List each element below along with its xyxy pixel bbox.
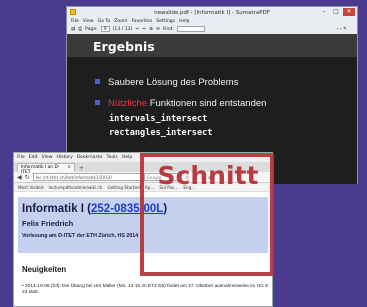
menu-history[interactable]: History bbox=[57, 155, 73, 160]
pdf-window-title: newslide.pdf - [Informatik I] - SumatraP… bbox=[154, 9, 270, 16]
slide-bullet-1: Saubere Lösung des Problems bbox=[95, 77, 345, 88]
menu-tools[interactable]: Tools bbox=[107, 155, 118, 160]
minimize-icon[interactable]: – bbox=[319, 8, 329, 16]
bookmark-star-icon[interactable]: ☆ bbox=[185, 174, 190, 181]
slide-bullet-2: Nützliche Funktionen sind entstanden bbox=[95, 98, 345, 109]
bookmark-item[interactable]: Getting Started bbox=[107, 185, 139, 190]
browser-content: Informatik I (252-0835-00L) Felix Friedr… bbox=[14, 193, 272, 306]
zoom-out-icon[interactable]: ⊖ bbox=[156, 27, 160, 32]
page-label: Page: bbox=[85, 26, 98, 32]
menu-file[interactable]: File bbox=[17, 155, 25, 160]
url-bar[interactable]: lec.inf.ethz.ch/itet/informatik1/2014/ bbox=[32, 173, 141, 181]
print-icon[interactable]: ⎙ bbox=[78, 26, 82, 32]
pdf-window-controls: – □ ✕ bbox=[319, 8, 355, 16]
bookmark-item[interactable]: lecturepdfs/admin/wiki.ch bbox=[49, 185, 103, 190]
zoom-in-icon[interactable]: ⊕ bbox=[149, 27, 153, 32]
find-label: Find: bbox=[162, 26, 174, 32]
pdf-menubar: File View Go To Zoom Favorites Settings … bbox=[67, 18, 357, 25]
maximize-icon[interactable]: □ bbox=[331, 8, 341, 16]
close-icon[interactable]: ✕ bbox=[343, 8, 355, 16]
menu-edit[interactable]: Edit bbox=[29, 155, 38, 160]
slide-code-2: rectangles_intersect bbox=[109, 128, 213, 138]
browser-menubar: File Edit View History Bookmarks Tools H… bbox=[14, 153, 272, 162]
search-input[interactable]: Google bbox=[143, 173, 182, 181]
menu-zoom[interactable]: Zoom bbox=[114, 19, 127, 24]
slide-title: Ergebnis bbox=[67, 34, 357, 57]
highlight-word: Nützliche bbox=[108, 98, 148, 109]
course-banner: Informatik I (252-0835-00L) Felix Friedr… bbox=[18, 197, 268, 253]
download-icon[interactable]: ⬇ bbox=[193, 174, 198, 181]
find-nav-icons[interactable]: ‹ › ✎ bbox=[337, 27, 347, 32]
back-icon[interactable]: ◀ bbox=[17, 174, 22, 181]
home-icon[interactable]: ⌂ bbox=[201, 174, 205, 181]
menu-file[interactable]: File bbox=[71, 19, 79, 24]
menu-icon[interactable]: ≡ bbox=[208, 174, 213, 181]
menu-help[interactable]: Help bbox=[179, 19, 189, 24]
browser-window[interactable]: File Edit View History Bookmarks Tools H… bbox=[13, 152, 273, 307]
pdf-toolbar: ▤ ⎙ Page: 9 (13 / 13) ⇦ ⇨ ⊕ ⊖ Find: ‹ › … bbox=[67, 25, 357, 33]
page-total: (13 / 13) bbox=[112, 26, 133, 32]
open-icon[interactable]: ▤ bbox=[71, 27, 75, 32]
prev-page-icon[interactable]: ⇦ bbox=[135, 27, 139, 32]
menu-help[interactable]: Help bbox=[122, 155, 132, 160]
bookmark-item[interactable]: Most Visited bbox=[18, 185, 44, 190]
course-info: Vorlesung am D-ITET der ETH Zürich, HS 2… bbox=[22, 233, 139, 239]
menu-goto[interactable]: Go To bbox=[98, 19, 111, 24]
menu-view[interactable]: View bbox=[83, 19, 94, 24]
bookmark-item[interactable]: Ap... bbox=[145, 185, 155, 190]
browser-tab[interactable]: Informatik I an D-ITET × bbox=[17, 163, 75, 175]
menu-favorites[interactable]: Favorites bbox=[132, 19, 153, 24]
tab-close-icon[interactable]: × bbox=[67, 165, 71, 171]
news-item: • 2014-10-06 (fof): Die Übung bei Urs Mü… bbox=[22, 284, 269, 295]
find-input[interactable] bbox=[176, 26, 205, 32]
tab-title: Informatik I an D-ITET bbox=[21, 165, 60, 175]
new-tab-icon[interactable]: + bbox=[79, 165, 84, 172]
news-heading: Neuigkeiten bbox=[22, 265, 67, 274]
bookmark-item[interactable]: SuI Pas... bbox=[159, 185, 178, 190]
bullet-square-icon bbox=[95, 79, 100, 84]
page-title: Informatik I (252-0835-00L) bbox=[22, 203, 168, 215]
course-code-link[interactable]: 252-0835-00L bbox=[91, 203, 163, 215]
next-page-icon[interactable]: ⇨ bbox=[142, 27, 146, 32]
browser-tabstrip: Informatik I an D-ITET × + bbox=[14, 162, 272, 175]
menu-view[interactable]: View bbox=[42, 155, 53, 160]
bookmark-item[interactable]: Eng... bbox=[183, 185, 195, 190]
bookmarks-toolbar: Most Visited lecturepdfs/admin/wiki.ch G… bbox=[14, 183, 272, 192]
pdf-titlebar[interactable]: newslide.pdf - [Informatik I] - SumatraP… bbox=[67, 7, 357, 18]
page-number-input[interactable]: 9 bbox=[100, 26, 110, 32]
author-name: Felix Friedrich bbox=[22, 219, 74, 228]
browser-navbar: ◀ ↻ lec.inf.ethz.ch/itet/informatik1/201… bbox=[14, 172, 272, 183]
menu-bookmarks[interactable]: Bookmarks bbox=[77, 155, 103, 160]
slide-code-1: intervals_intersect bbox=[109, 114, 208, 124]
menu-settings[interactable]: Settings bbox=[156, 19, 175, 24]
bullet-square-icon bbox=[95, 100, 100, 105]
reload-icon[interactable]: ↻ bbox=[25, 174, 30, 181]
